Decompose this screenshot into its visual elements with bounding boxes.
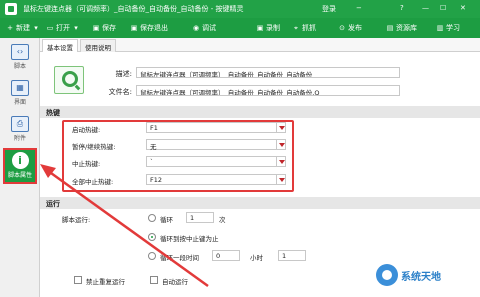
folder-icon: ▭: [46, 24, 54, 32]
hotkey-highlight-box: [62, 120, 294, 192]
save-button[interactable]: ▣ 保存: [92, 23, 116, 33]
sidebar-item-attachment[interactable]: ⎙ 附件: [3, 114, 37, 150]
loop-count-input[interactable]: 1: [186, 212, 214, 223]
help-button[interactable]: ?: [400, 4, 404, 12]
loop-until-stop-label: 循环到按中止键为止: [160, 235, 219, 243]
record-button[interactable]: ▣ 录制: [256, 23, 280, 33]
title-bar: 鼠标左键连点器（可调频率）_自动备份_自动备份_自动备份 - 按键精灵 登录 −…: [0, 0, 480, 18]
attachment-icon: ⎙: [11, 116, 29, 132]
debug-icon: ◉: [192, 24, 200, 32]
save-exit-button[interactable]: ▣ 保存退出: [130, 23, 168, 33]
description-input[interactable]: 鼠标左键连点器（可调频率）_自动备份_自动备份_自动备份: [136, 67, 400, 78]
auto-run-label: 自动运行: [162, 278, 188, 286]
description-label: 描述:: [115, 70, 132, 78]
minimize-button[interactable]: −: [356, 4, 362, 12]
run-mode-label: 脚本运行:: [62, 216, 91, 224]
book-icon: ▥: [436, 24, 444, 32]
capture-icon: ⌖: [294, 24, 298, 32]
new-button[interactable]: + 新建 ▾: [6, 23, 40, 33]
save-exit-icon: ▣: [130, 24, 138, 32]
sidebar: ‹› 脚本 ▦ 界面 ⎙ 附件 i 脚本属性: [0, 38, 40, 297]
publish-icon: ⊙: [339, 24, 345, 32]
auto-run-checkbox[interactable]: [150, 276, 158, 284]
hours-input[interactable]: 0: [212, 250, 240, 261]
sidebar-item-script-properties[interactable]: i 脚本属性: [3, 148, 37, 184]
resource-icon: ▤: [386, 24, 394, 32]
window-minimize-icon[interactable]: —: [422, 4, 429, 12]
debug-button[interactable]: ◉ 调试: [192, 23, 216, 33]
properties-panel: 描述: 鼠标左键连点器（可调频率）_自动备份_自动备份_自动备份 文件名: 鼠标…: [40, 52, 480, 297]
loop-unit-label: 次: [219, 216, 226, 224]
publish-button[interactable]: ⊙ 发布: [338, 23, 362, 33]
watermark-logo-icon: [376, 264, 398, 286]
hours-unit-label: 小时: [250, 254, 263, 262]
sidebar-item-script[interactable]: ‹› 脚本: [3, 42, 37, 78]
loop-radio[interactable]: [148, 214, 156, 222]
watermark: 系统天地: [376, 264, 441, 286]
resource-button[interactable]: ▤ 资源库: [386, 23, 417, 33]
window-title: 鼠标左键连点器（可调频率）_自动备份_自动备份_自动备份 - 按键精灵: [23, 5, 244, 13]
code-icon: ‹›: [11, 44, 29, 60]
loop-time-label: 循环一段时间: [160, 254, 199, 262]
filename-label: 文件名:: [108, 88, 132, 96]
loop-until-stop-radio[interactable]: [148, 233, 156, 241]
layout-icon: ▦: [11, 80, 29, 96]
tab-basic-settings[interactable]: 基本设置: [42, 39, 78, 52]
chevron-down-icon: ▾: [34, 24, 38, 32]
info-icon: i: [11, 152, 29, 169]
plus-icon: +: [7, 24, 13, 32]
watermark-text: 系统天地: [401, 271, 441, 283]
run-section-header: 运行: [40, 197, 480, 209]
save-icon: ▣: [92, 24, 100, 32]
sidebar-item-interface[interactable]: ▦ 界面: [3, 78, 37, 114]
no-repeat-label: 禁止重复运行: [86, 278, 125, 286]
window-close-icon[interactable]: ✕: [460, 4, 466, 12]
capture-button[interactable]: ⌖ 抓抓: [292, 23, 316, 33]
learn-button[interactable]: ▥ 学习: [436, 23, 460, 33]
script-app-icon: [54, 66, 84, 94]
app-logo-icon: [5, 3, 17, 15]
minutes-input[interactable]: 1: [278, 250, 306, 261]
hotkey-section-header: 热键: [40, 106, 480, 118]
window-maximize-icon[interactable]: ☐: [440, 4, 446, 12]
record-icon: ▣: [256, 24, 264, 32]
open-button[interactable]: ▭ 打开 ▾: [46, 23, 80, 33]
chevron-down-icon: ▾: [74, 24, 78, 32]
main-toolbar: + 新建 ▾ ▭ 打开 ▾ ▣ 保存 ▣ 保存退出 ◉ 调试 ▣ 录制 ⌖ 抓抓 ⊙ 发布 ▤ 资源库…: [0, 18, 480, 38]
tab-usage-help[interactable]: 使用说明: [80, 39, 116, 52]
loop-label: 循环: [160, 216, 173, 224]
filename-input[interactable]: 鼠标左键连点器（可调频率）_自动备份_自动备份_自动备份.Q: [136, 85, 400, 96]
no-repeat-checkbox[interactable]: [74, 276, 82, 284]
loop-time-radio[interactable]: [148, 252, 156, 260]
login-link[interactable]: 登录: [322, 4, 336, 14]
tab-bar: 基本设置 使用说明: [40, 38, 480, 52]
